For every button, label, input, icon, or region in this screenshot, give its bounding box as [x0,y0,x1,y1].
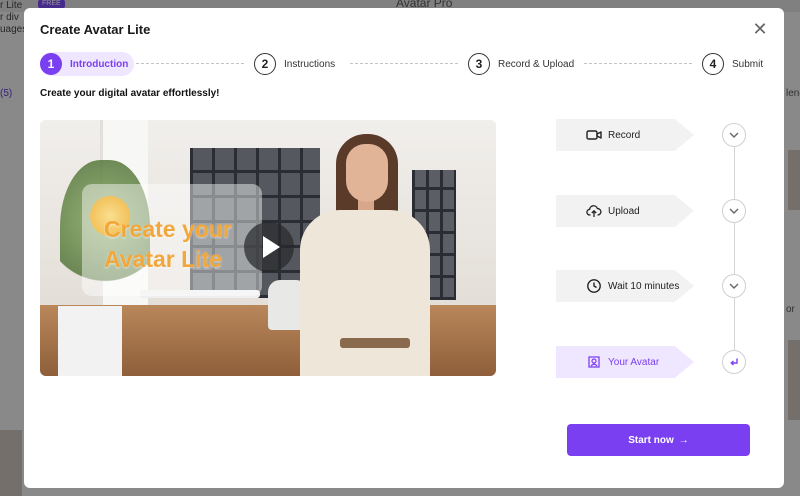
step-number: 2 [254,53,276,75]
step-number: 4 [702,53,724,75]
flow-label: Record [608,129,641,141]
step-introduction[interactable]: 1 Introduction [40,52,135,76]
step-instructions[interactable]: 2 Instructions [254,52,335,76]
flow-label: Upload [608,205,640,217]
flow-step-wait: Wait 10 minutes [556,270,694,302]
step-label: Record & Upload [498,58,575,70]
clock-icon [586,278,602,294]
flow-label: Your Avatar [608,356,660,368]
intro-subtitle: Create your digital avatar effortlessly! [40,88,220,99]
create-avatar-modal: Create Avatar Lite ✕ 1 Introduction 2 In… [24,8,784,488]
step-submit[interactable]: 4 Submit [702,52,763,76]
flow-step-record: Record [556,119,694,151]
intro-video[interactable]: Create your Avatar Lite [40,120,496,376]
chevron-down-icon[interactable] [722,274,746,298]
presenter-belt [340,338,410,348]
presenter-body [300,210,430,376]
step-divider [136,63,244,64]
step-number: 3 [468,53,490,75]
arrow-right-icon: → [678,434,689,446]
presenter-face [346,144,388,202]
play-icon[interactable] [244,222,294,272]
step-divider [350,63,458,64]
step-divider [584,63,692,64]
chevron-down-icon[interactable] [722,199,746,223]
step-label: Introduction [70,58,129,70]
step-number: 1 [40,53,62,75]
chevron-down-icon[interactable] [722,123,746,147]
return-arrow-icon[interactable] [722,350,746,374]
step-label: Submit [732,58,764,70]
video-camera-icon [586,127,602,143]
avatar-badge-icon [586,354,602,370]
flow-step-upload: Upload [556,195,694,227]
cloud-upload-icon [586,203,602,219]
close-icon[interactable]: ✕ [750,20,770,40]
start-now-button[interactable]: Start now → [567,424,750,456]
start-now-label: Start now [628,434,674,446]
video-scene-planter [58,306,122,376]
modal-title: Create Avatar Lite [40,22,151,37]
step-label: Instructions [284,58,336,70]
flow-step-your-avatar: Your Avatar [556,346,694,378]
flow-label: Wait 10 minutes [608,280,680,292]
step-record-upload[interactable]: 3 Record & Upload [468,52,574,76]
flow-connector-line [734,143,735,363]
